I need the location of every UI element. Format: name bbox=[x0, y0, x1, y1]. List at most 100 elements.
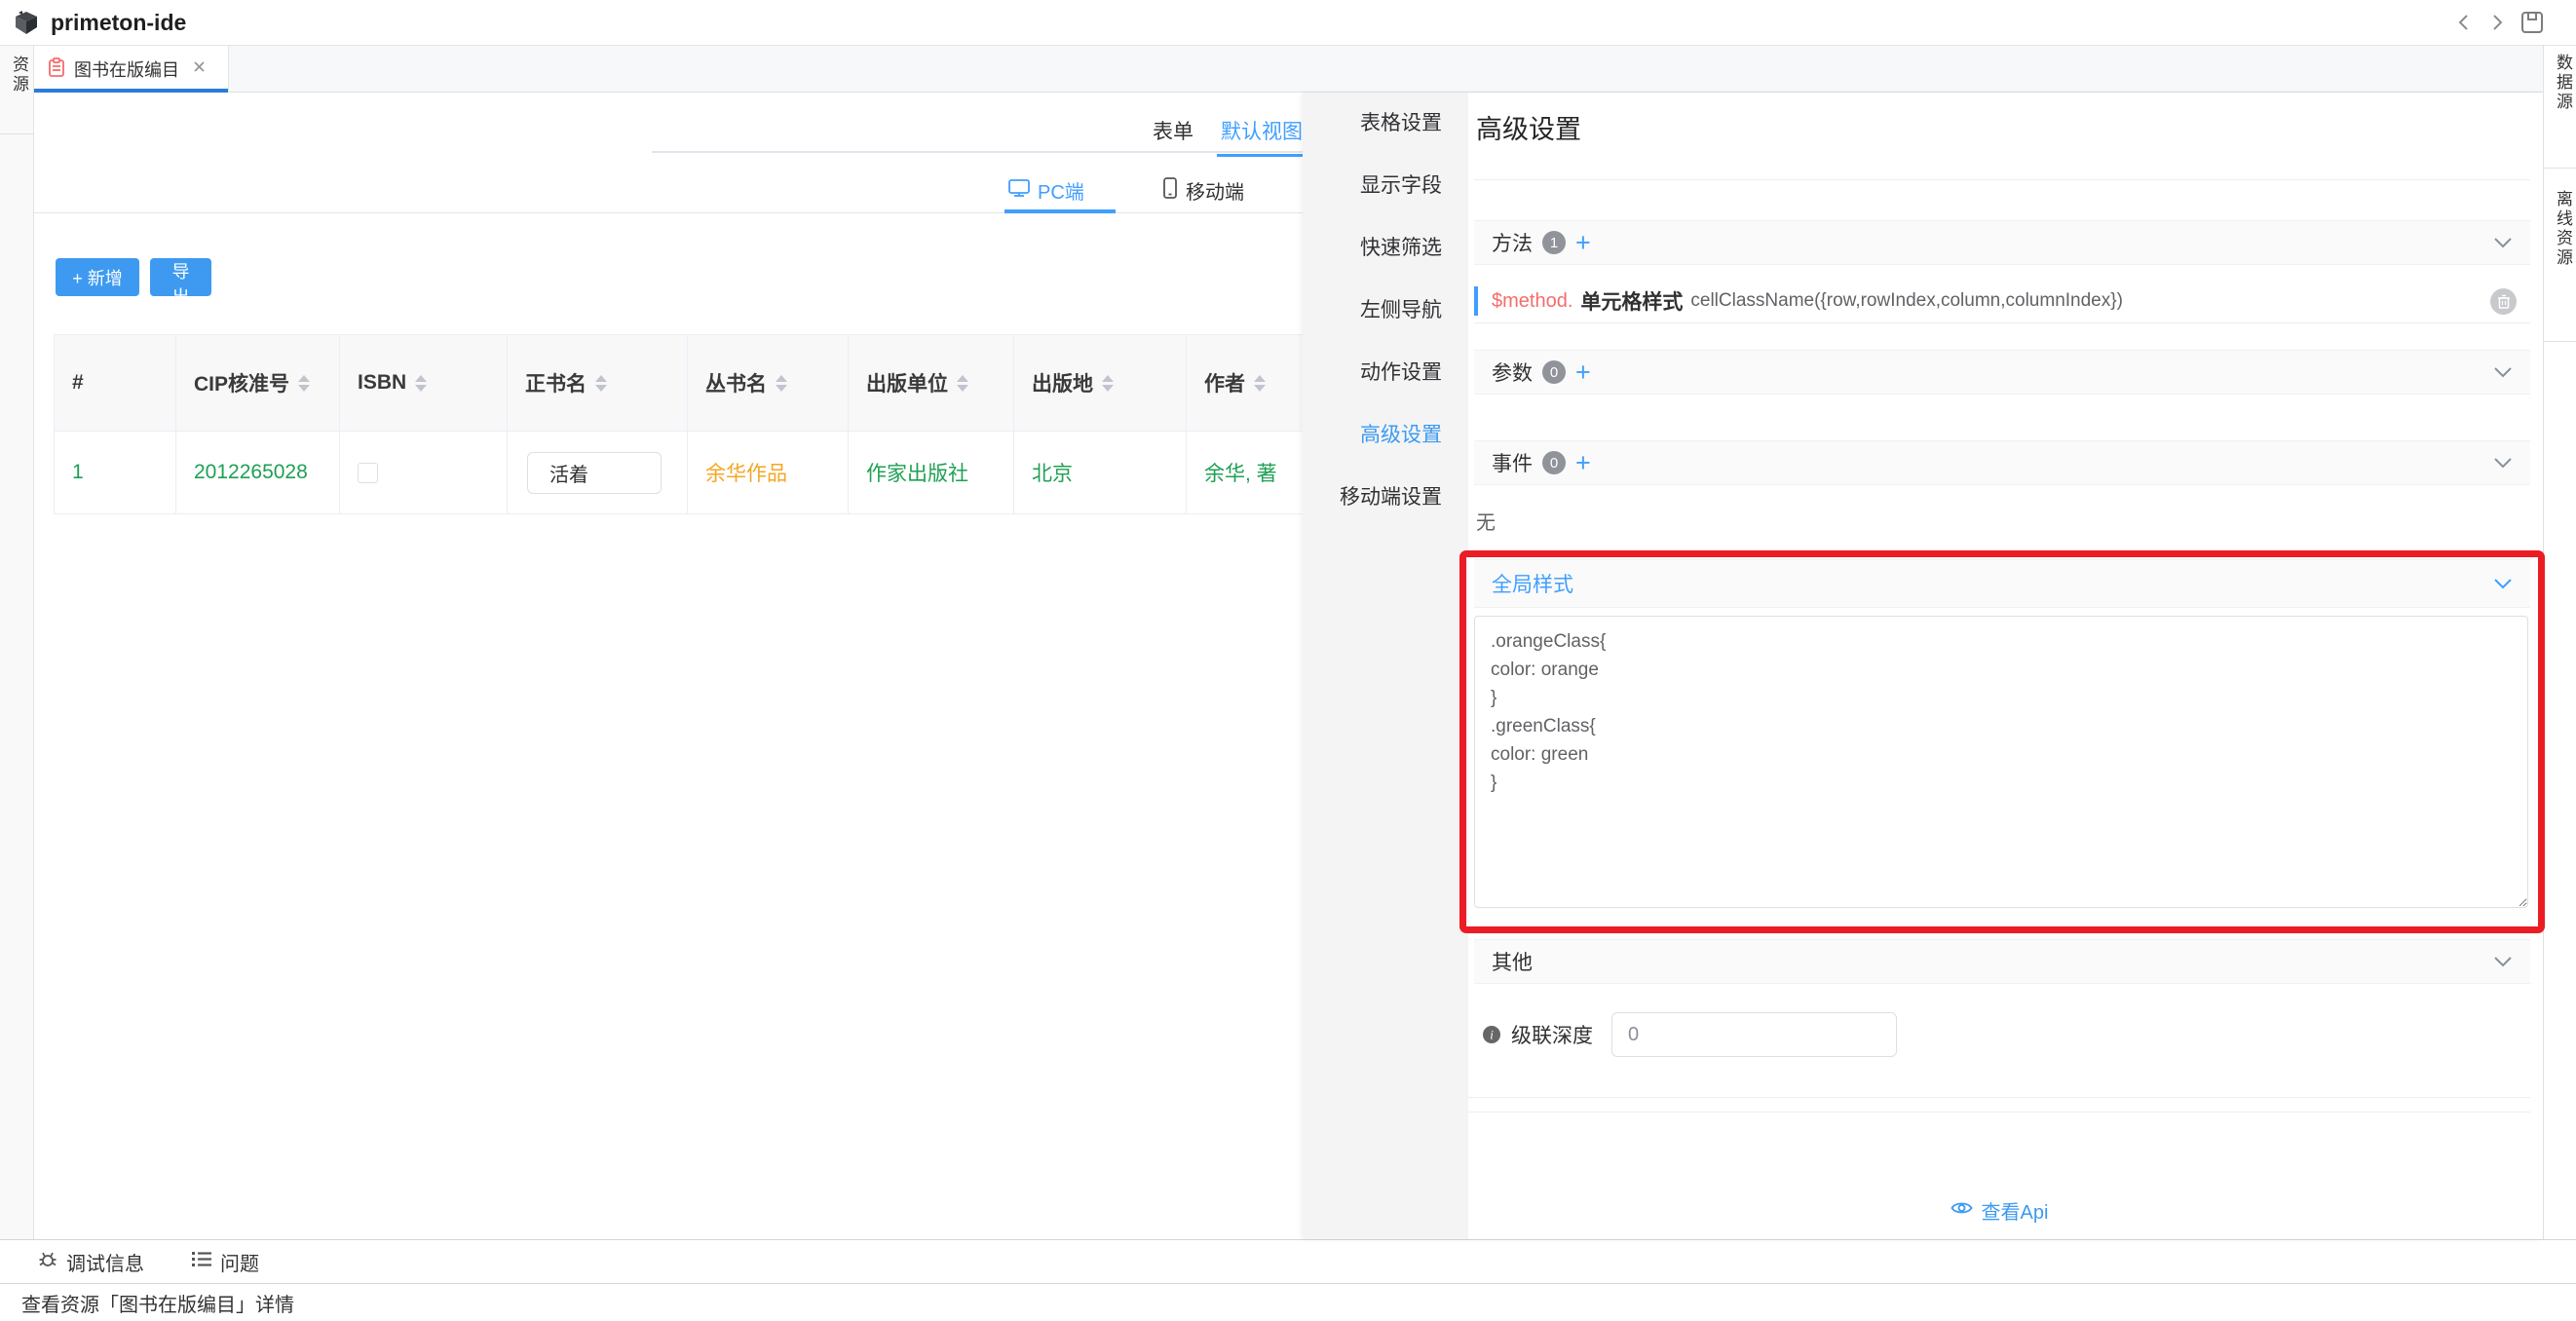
method-item-row[interactable]: $method. 单元格样式 cellClassName({row,rowInd… bbox=[1474, 280, 2530, 323]
divider bbox=[2544, 341, 2576, 342]
save-icon[interactable] bbox=[2519, 10, 2545, 40]
divider bbox=[1468, 1097, 2530, 1098]
nav-back-icon[interactable] bbox=[2453, 12, 2475, 38]
isbn-checkbox[interactable] bbox=[358, 463, 378, 483]
monitor-icon bbox=[1008, 178, 1030, 204]
right-rail-offline-resources[interactable]: 离线资源 bbox=[2551, 190, 2575, 268]
method-prefix: $method. bbox=[1492, 290, 1572, 313]
view-api-link[interactable]: 查看Api bbox=[1468, 1196, 2530, 1225]
debug-bug-icon bbox=[37, 1248, 58, 1275]
panel-title: 高级设置 bbox=[1476, 108, 1581, 146]
active-device-tab-underline bbox=[1004, 209, 1116, 213]
section-global-style: 全局样式 bbox=[1474, 559, 2530, 608]
left-rail-resources[interactable]: 资源 bbox=[7, 56, 31, 94]
column-header-title: 正书名 bbox=[508, 335, 688, 432]
section-params: 参数 0 + bbox=[1474, 350, 2530, 395]
chevron-down-icon[interactable] bbox=[2493, 237, 2513, 248]
chevron-down-icon[interactable] bbox=[2493, 956, 2513, 967]
tab-form[interactable]: 表单 bbox=[1153, 116, 1193, 145]
form-doc-icon bbox=[48, 57, 65, 82]
global-style-editor[interactable]: .orangeClass{ color: orange } .greenClas… bbox=[1474, 616, 2528, 908]
nav-forward-icon[interactable] bbox=[2486, 12, 2508, 38]
divider bbox=[1468, 1112, 2530, 1113]
cell-index: 1 bbox=[55, 432, 176, 514]
problems-label: 问题 bbox=[220, 1248, 259, 1276]
cascade-depth-row: i 级联深度 bbox=[1468, 1012, 2524, 1057]
eye-icon bbox=[1951, 1199, 1973, 1222]
tab-book-cip[interactable]: 图书在版编目 bbox=[34, 46, 229, 93]
title-input[interactable] bbox=[527, 452, 662, 494]
app-title: primeton-ide bbox=[51, 10, 186, 36]
view-api-label: 查看Api bbox=[1982, 1196, 2049, 1225]
cell-isbn bbox=[340, 432, 508, 514]
divider bbox=[0, 133, 33, 134]
divider bbox=[2544, 168, 2576, 169]
debug-info-label: 调试信息 bbox=[66, 1248, 144, 1276]
app-logo-icon bbox=[12, 8, 41, 42]
export-button[interactable]: 导出 bbox=[150, 258, 211, 296]
add-method-button[interactable]: + bbox=[1575, 233, 1591, 252]
sort-control[interactable] bbox=[1254, 375, 1266, 392]
menu-action-settings[interactable]: 动作设置 bbox=[1303, 342, 1468, 404]
table-row: 1 2012265028 余华作品 作家出版社 北京 余华, 著 bbox=[55, 432, 1355, 514]
add-event-button[interactable]: + bbox=[1575, 453, 1591, 472]
status-bar: 查看资源「图书在版编目」详情 bbox=[0, 1283, 2576, 1321]
section-label: 其他 bbox=[1492, 947, 1533, 976]
column-header-place: 出版地 bbox=[1014, 335, 1187, 432]
settings-panel: 表格设置 显示字段 快速筛选 左侧导航 动作设置 高级设置 移动端设置 高级设置… bbox=[1303, 93, 2543, 1239]
menu-display-fields[interactable]: 显示字段 bbox=[1303, 155, 1468, 217]
list-icon bbox=[191, 1249, 212, 1274]
section-label: 方法 bbox=[1492, 228, 1533, 257]
info-icon: i bbox=[1482, 1025, 1501, 1044]
column-header-publisher: 出版单位 bbox=[849, 335, 1014, 432]
cascade-depth-input[interactable] bbox=[1611, 1012, 1897, 1057]
tab-close-icon[interactable] bbox=[193, 60, 206, 78]
sort-control[interactable] bbox=[1102, 375, 1114, 392]
sort-control[interactable] bbox=[595, 375, 607, 392]
cell-cip: 2012265028 bbox=[176, 432, 340, 514]
section-other: 其他 bbox=[1474, 939, 2530, 984]
phone-icon bbox=[1162, 177, 1178, 205]
menu-left-nav[interactable]: 左侧导航 bbox=[1303, 280, 1468, 342]
column-header-isbn: ISBN bbox=[340, 335, 508, 432]
param-count-badge: 0 bbox=[1542, 360, 1566, 384]
method-count-badge: 1 bbox=[1542, 231, 1566, 254]
tab-pc-label: PC端 bbox=[1038, 176, 1084, 205]
tab-pc[interactable]: PC端 bbox=[1008, 176, 1084, 205]
right-rail-datasource[interactable]: 数据源 bbox=[2551, 54, 2575, 112]
chevron-down-icon[interactable] bbox=[2493, 578, 2513, 589]
sort-control[interactable] bbox=[415, 375, 427, 392]
events-none-text: 无 bbox=[1476, 507, 1496, 535]
method-signature: cellClassName({row,rowIndex,column,colum… bbox=[1690, 290, 2123, 312]
add-button[interactable]: + 新增 bbox=[56, 258, 139, 296]
chevron-down-icon[interactable] bbox=[2493, 457, 2513, 469]
event-count-badge: 0 bbox=[1542, 451, 1566, 474]
column-header-index: # bbox=[55, 335, 176, 432]
tab-mobile[interactable]: 移动端 bbox=[1162, 176, 1244, 205]
delete-method-button[interactable] bbox=[2490, 288, 2517, 315]
chevron-down-icon[interactable] bbox=[2493, 366, 2513, 378]
app-window: primeton-ide 资源 数据源 离线资源 bbox=[0, 0, 2576, 1321]
menu-table-settings[interactable]: 表格设置 bbox=[1303, 93, 1468, 155]
right-rail: 数据源 离线资源 bbox=[2543, 46, 2576, 1239]
settings-menu: 表格设置 显示字段 快速筛选 左侧导航 动作设置 高级设置 移动端设置 bbox=[1303, 93, 1468, 1239]
menu-advanced-settings[interactable]: 高级设置 bbox=[1303, 404, 1468, 467]
column-header-cip: CIP核准号 bbox=[176, 335, 340, 432]
data-table: # CIP核准号 ISBN 正书名 丛书名 出版单位 出版地 作者 1 2 bbox=[54, 334, 1355, 514]
add-param-button[interactable]: + bbox=[1575, 362, 1591, 382]
settings-body: 高级设置 方法 1 + $method. 单元格样式 cellClassName… bbox=[1468, 93, 2543, 1239]
section-label: 事件 bbox=[1492, 448, 1533, 477]
cascade-depth-label: 级联深度 bbox=[1511, 1020, 1593, 1049]
column-header-series: 丛书名 bbox=[688, 335, 849, 432]
sort-control[interactable] bbox=[298, 375, 310, 392]
document-tab-bar: 图书在版编目 bbox=[34, 46, 2543, 93]
tab-default-view[interactable]: 默认视图 bbox=[1221, 116, 1303, 145]
menu-mobile-settings[interactable]: 移动端设置 bbox=[1303, 467, 1468, 529]
problems-button[interactable]: 问题 bbox=[191, 1248, 259, 1276]
global-style-label: 全局样式 bbox=[1492, 569, 1573, 598]
menu-quick-filter[interactable]: 快速筛选 bbox=[1303, 217, 1468, 280]
sort-control[interactable] bbox=[957, 375, 968, 392]
sort-control[interactable] bbox=[776, 375, 787, 392]
debug-info-button[interactable]: 调试信息 bbox=[37, 1248, 144, 1276]
view-tabs: 表单 默认视图 bbox=[652, 110, 1334, 153]
